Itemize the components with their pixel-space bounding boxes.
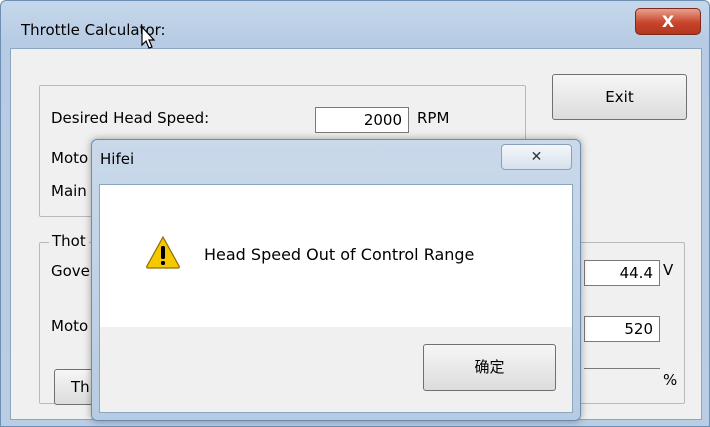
dialog-message-area: Head Speed Out of Control Range [100, 185, 572, 327]
voltage-input[interactable]: 44.4 [584, 260, 660, 286]
main-gear-label: Main [51, 182, 87, 200]
hifei-dialog: Hifei ✕ Head Speed Out of Control Range … [91, 139, 581, 421]
voltage-unit-label: V [663, 261, 674, 279]
desired-head-speed-label: Desired Head Speed: [51, 109, 210, 127]
rpm-unit-label: RPM [417, 109, 450, 127]
motor-label: Moto [51, 149, 89, 167]
dialog-message: Head Speed Out of Control Range [204, 245, 475, 264]
motor-kv-label: Moto [51, 317, 89, 335]
warning-icon [146, 235, 180, 269]
mouse-cursor-icon [141, 26, 156, 49]
dialog-body: Head Speed Out of Control Range 确定 [99, 184, 573, 413]
percent-unit-label: % [663, 371, 678, 389]
desired-head-speed-input[interactable]: 2000 [315, 107, 409, 133]
window-close-button[interactable]: X [635, 8, 701, 35]
ok-button[interactable]: 确定 [423, 344, 556, 391]
dialog-title: Hifei [100, 150, 135, 168]
motor-kv-input[interactable]: 520 [584, 316, 660, 342]
dialog-close-button[interactable]: ✕ [501, 144, 572, 170]
exit-button[interactable]: Exit [552, 74, 687, 120]
throttle-group-caption: Thot [49, 232, 89, 250]
governor-label: Gove [51, 262, 90, 280]
throttle-result-field [584, 368, 660, 395]
